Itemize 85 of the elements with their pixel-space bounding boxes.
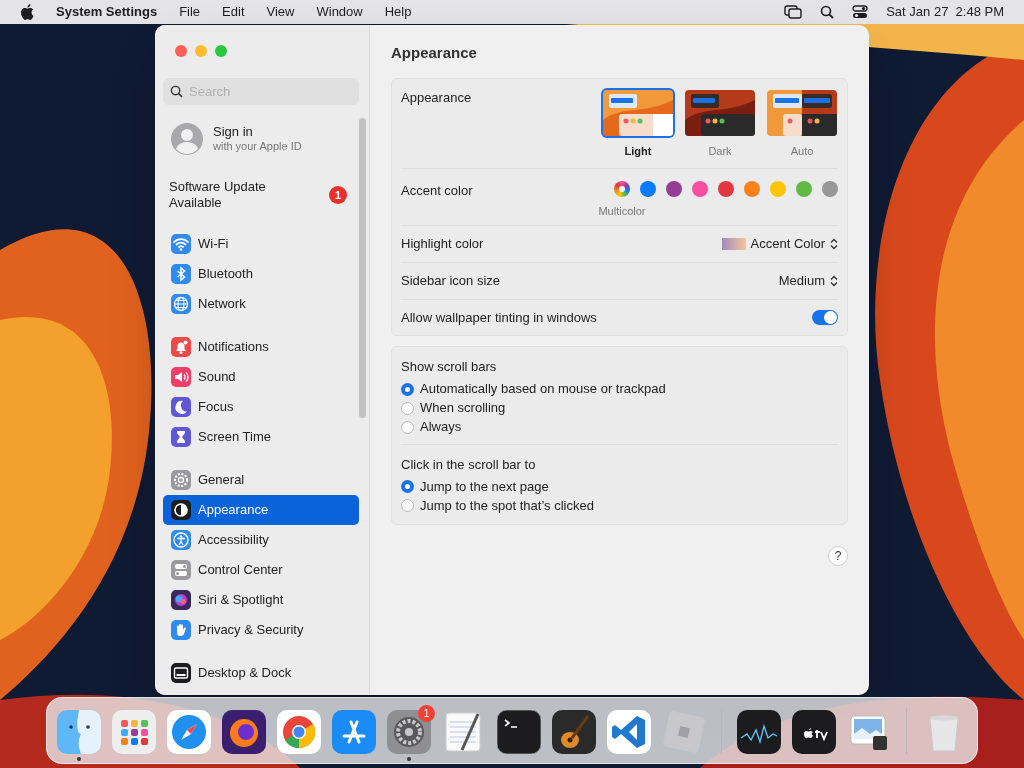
accent-color-swatch[interactable]: [822, 180, 838, 197]
sidebar-item[interactable]: Siri & Spotlight: [163, 585, 359, 615]
toggle-switch[interactable]: [812, 310, 838, 325]
guitar-icon[interactable]: [552, 709, 596, 754]
software-update-item[interactable]: Software Update Available: [169, 179, 289, 211]
control-center-icon[interactable]: [852, 5, 869, 19]
app-menu[interactable]: System Settings: [56, 2, 158, 22]
setting-label: Sidebar icon size: [401, 272, 500, 291]
popup-button[interactable]: Medium: [778, 271, 838, 291]
sidebar-item[interactable]: Bluetooth: [163, 259, 359, 289]
sidebar-item[interactable]: Network: [163, 289, 359, 319]
terminal-icon[interactable]: [497, 709, 541, 754]
sidebar-item[interactable]: Sound: [163, 362, 359, 392]
setting-label: Highlight color: [401, 235, 484, 254]
avatar-icon: [171, 123, 203, 155]
menu-item[interactable]: File: [179, 2, 201, 22]
accent-color-swatch[interactable]: [692, 180, 708, 197]
sidebar-item[interactable]: Notifications: [163, 332, 359, 362]
up-down-chevron-icon: [830, 238, 838, 250]
theme-thumbnail-icon: [603, 90, 673, 136]
app-store-icon[interactable]: [332, 709, 376, 754]
radio-label[interactable]: When scrolling: [420, 398, 506, 418]
notification-badge: 1: [329, 186, 347, 204]
search-icon: [170, 85, 183, 98]
popup-button[interactable]: Accent Color: [721, 234, 838, 254]
radio-label[interactable]: Jump to the next page: [420, 476, 549, 497]
sidebar-item[interactable]: Privacy & Security: [163, 615, 359, 645]
help-button[interactable]: ?: [828, 546, 848, 566]
chrome-icon[interactable]: [277, 709, 321, 754]
sidebar-item[interactable]: Screen Time: [163, 422, 359, 452]
page-title: Appearance: [391, 43, 478, 63]
radio-button[interactable]: [401, 420, 414, 434]
compass-icon[interactable]: [167, 709, 211, 754]
radio-label[interactable]: Automatically based on mouse or trackpad: [420, 379, 666, 399]
swatch-caption: Multicolor: [597, 203, 647, 219]
theme-thumbnail-icon: [767, 90, 837, 136]
up-down-chevron-icon: [830, 275, 838, 287]
account-title[interactable]: Sign in: [213, 124, 302, 139]
accent-color-swatch[interactable]: [640, 180, 656, 197]
accent-color-swatch[interactable]: [744, 180, 760, 197]
menu-item[interactable]: Window: [316, 2, 363, 22]
sidebar-item[interactable]: Wi-Fi: [163, 229, 359, 259]
color-swatch-icon: [721, 238, 746, 250]
fox-globe-icon[interactable]: [222, 709, 266, 754]
radio-button[interactable]: [401, 401, 414, 415]
setting-label: Appearance: [401, 89, 472, 107]
account-subtitle: with your Apple ID: [213, 139, 302, 154]
setting-label: Accent color: [401, 181, 473, 200]
accent-color-swatch[interactable]: [614, 180, 630, 197]
gear-icon[interactable]: [387, 709, 431, 754]
accent-color-swatch[interactable]: [718, 180, 734, 197]
search-icon[interactable]: [820, 5, 835, 19]
menu-item[interactable]: Help: [384, 2, 412, 22]
tv-icon[interactable]: [792, 709, 836, 754]
sidebar-item[interactable]: Desktop & Dock: [163, 658, 359, 688]
sidebar-item[interactable]: Appearance: [163, 495, 359, 525]
apple-logo-icon[interactable]: [20, 4, 34, 20]
windows-icon[interactable]: [784, 5, 803, 19]
radio-label[interactable]: Jump to the spot that’s clicked: [420, 495, 594, 516]
appearance-option[interactable]: Dark: [684, 88, 756, 160]
scrollbar-thumb[interactable]: [359, 118, 366, 418]
sidebar-item[interactable]: General: [163, 465, 359, 495]
menu-bar-clock[interactable]: Sat Jan 27 2:48 PM: [886, 2, 1004, 22]
theme-thumbnail-icon: [685, 90, 755, 136]
accent-color-swatch[interactable]: [666, 180, 682, 197]
waveform-icon[interactable]: [737, 709, 781, 754]
section-label: Click in the scroll bar to: [401, 455, 537, 474]
notification-badge: 1: [418, 704, 435, 722]
radio-button[interactable]: [401, 382, 414, 396]
radio-button[interactable]: [401, 499, 414, 512]
sidebar-item[interactable]: Focus: [163, 392, 359, 422]
ribbon-icon[interactable]: [607, 709, 651, 754]
radio-button[interactable]: [401, 480, 414, 493]
sidebar-item[interactable]: Control Center: [163, 555, 359, 585]
menu-item[interactable]: Edit: [222, 2, 245, 22]
appearance-option[interactable]: Auto: [766, 88, 838, 160]
grid-icon[interactable]: [112, 709, 156, 754]
radio-label[interactable]: Always: [420, 417, 462, 437]
accent-color-swatch[interactable]: [770, 180, 786, 197]
section-label: Show scroll bars: [401, 358, 498, 376]
sidebar-item[interactable]: Accessibility: [163, 525, 359, 555]
accent-color-swatch[interactable]: [796, 180, 812, 197]
menu-item[interactable]: View: [266, 2, 295, 22]
setting-label: Allow wallpaper tinting in windows: [401, 308, 597, 327]
close-button[interactable]: [175, 45, 187, 57]
